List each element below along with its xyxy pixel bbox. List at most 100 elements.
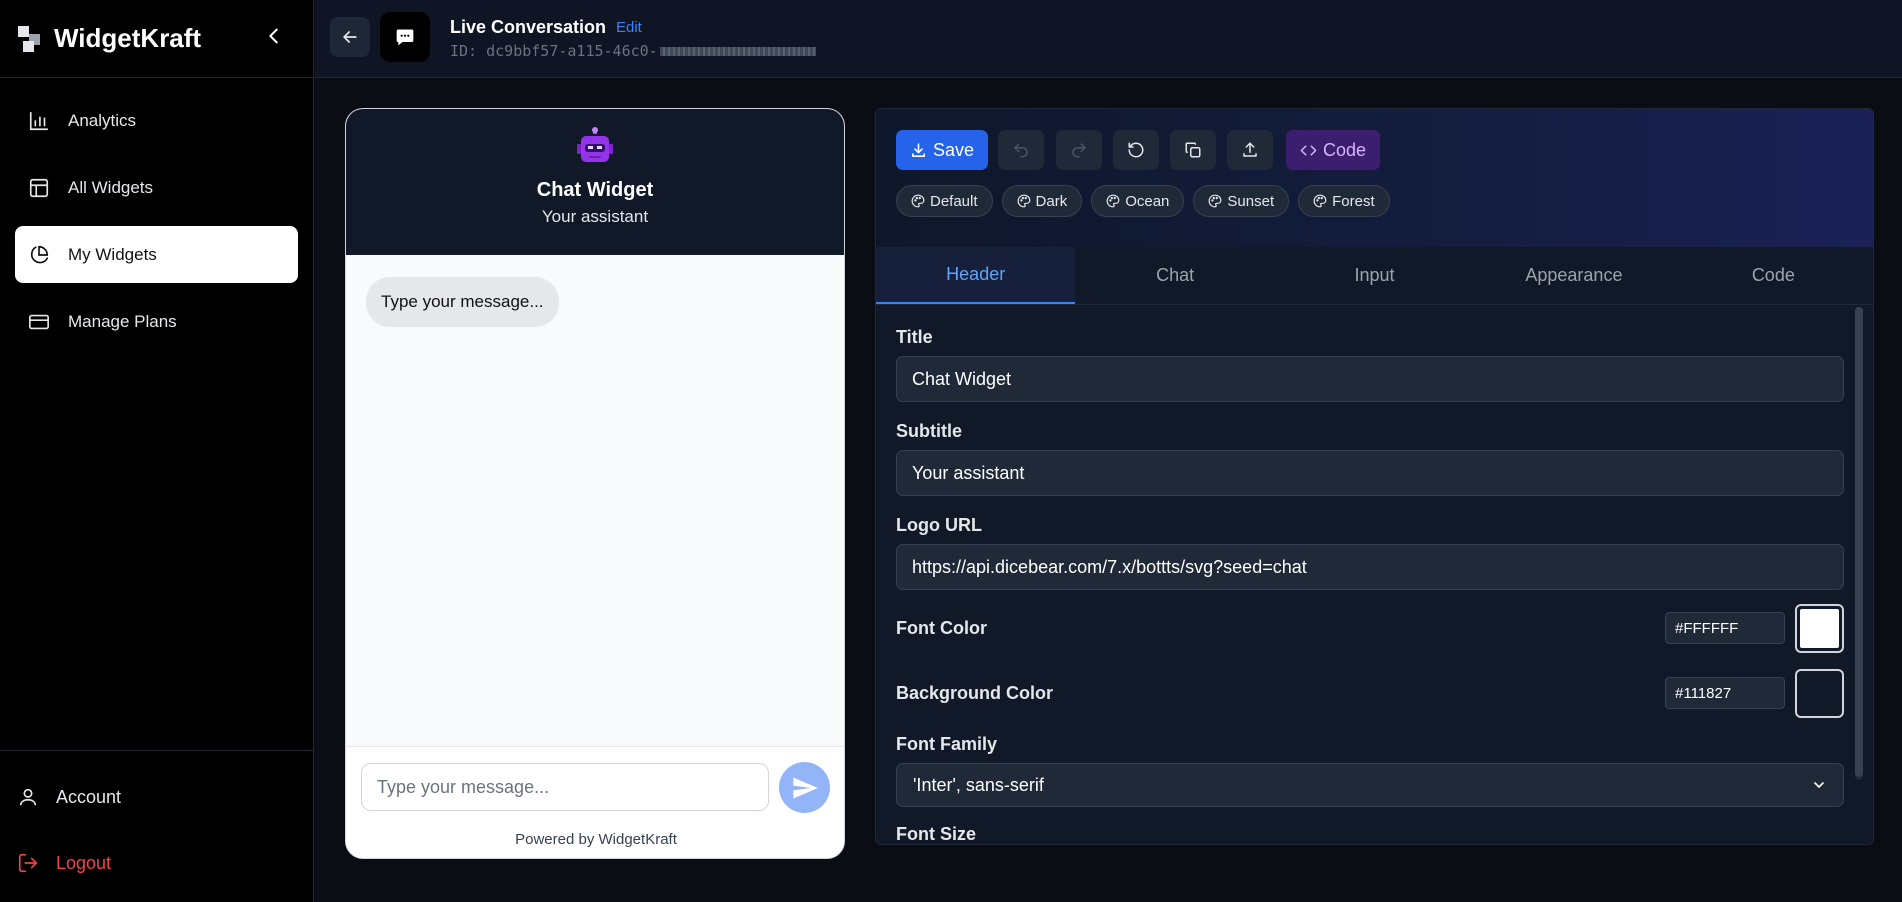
background-color-swatch[interactable] (1795, 668, 1844, 718)
account-link[interactable]: Account (16, 777, 314, 817)
sidebar-item-label: Manage Plans (68, 311, 177, 331)
palette-icon (1017, 194, 1030, 208)
theme-label: Ocean (1125, 192, 1170, 210)
sidebar-item-my-widgets[interactable]: My Widgets (15, 226, 298, 283)
preview-title: Chat Widget (536, 179, 654, 201)
preview-footer: Powered by WidgetKraft (346, 746, 844, 858)
redo-button[interactable] (1056, 130, 1102, 170)
sidebar-bottom: Account Logout (0, 750, 314, 902)
widget-preview: Chat Widget Your assistant Type your mes… (345, 108, 845, 859)
sidebar-item-label: All Widgets (68, 177, 154, 197)
font-color-controls (1665, 603, 1844, 653)
editor-toolbar: Save Code Default Dark Ocean Sunset Fore… (876, 109, 1873, 247)
palette-icon (1208, 194, 1222, 208)
palette-icon (1313, 194, 1327, 208)
sidebar-nav: Analytics All Widgets My Widgets Manage … (0, 78, 313, 350)
reset-button[interactable] (1113, 130, 1159, 170)
background-color-hex-input[interactable] (1665, 677, 1785, 709)
background-color-row: Background Color (896, 668, 1844, 718)
redo-icon (1072, 143, 1086, 158)
theme-label: Sunset (1227, 192, 1275, 210)
theme-dark[interactable]: Dark (1001, 185, 1083, 217)
font-family-select[interactable]: 'Inter', sans-serif (896, 763, 1844, 807)
background-color-controls (1665, 668, 1844, 718)
copy-icon (1185, 142, 1201, 158)
sidebar-item-manage-plans[interactable]: Manage Plans (15, 293, 298, 350)
widget-id: ID: dc9bbf57-a115-46c0- (450, 42, 816, 60)
export-button[interactable] (1227, 130, 1273, 170)
undo-button[interactable] (998, 130, 1044, 170)
user-icon (16, 785, 40, 809)
form-scrollbar[interactable] (1855, 307, 1863, 780)
logout-label: Logout (56, 852, 112, 873)
logo-url-input[interactable] (896, 544, 1844, 590)
sidebar-item-analytics[interactable]: Analytics (15, 92, 298, 149)
sidebar-item-label: My Widgets (68, 244, 157, 264)
title-input[interactable] (896, 356, 1844, 402)
preview-message-input[interactable] (361, 763, 769, 811)
sidebar-item-label: Analytics (68, 110, 137, 130)
send-icon (792, 777, 818, 798)
chevron-down-icon (1814, 782, 1824, 788)
tab-code[interactable]: Code (1674, 247, 1873, 304)
tab-chat[interactable]: Chat (1075, 247, 1274, 304)
account-label: Account (56, 786, 122, 807)
theme-label: Default (930, 192, 978, 210)
code-button[interactable]: Code (1286, 130, 1380, 170)
tab-input[interactable]: Input (1275, 247, 1474, 304)
back-button[interactable] (330, 17, 370, 57)
undo-icon (1014, 143, 1028, 158)
theme-sunset[interactable]: Sunset (1193, 185, 1290, 217)
preview-messages: Type your message... (346, 255, 844, 745)
powered-by: Powered by WidgetKraft (515, 831, 677, 848)
widget-editor: Save Code Default Dark Ocean Sunset Fore… (875, 108, 1874, 845)
redacted-id (659, 47, 816, 56)
widget-id-text: ID: dc9bbf57-a115-46c0- (450, 42, 658, 60)
bot-avatar-icon (574, 127, 616, 169)
font-color-swatch[interactable] (1795, 603, 1844, 653)
pie-chart-icon (27, 243, 51, 267)
code-icon (1300, 144, 1317, 156)
duplicate-button[interactable] (1170, 130, 1216, 170)
font-color-label: Font Color (896, 617, 987, 638)
collapse-sidebar-button[interactable] (262, 24, 286, 48)
theme-default[interactable]: Default (896, 185, 993, 217)
theme-ocean[interactable]: Ocean (1091, 185, 1185, 217)
message-bubble: Type your message... (366, 277, 559, 327)
font-family-label: Font Family (896, 734, 998, 754)
logo-url-label: Logo URL (896, 515, 982, 535)
topbar: Live Conversation Edit ID: dc9bbf57-a115… (315, 0, 1902, 78)
theme-label: Dark (1035, 192, 1068, 210)
credit-card-icon (27, 310, 51, 334)
scrollbar-thumb[interactable] (1855, 307, 1863, 777)
preview-header: Chat Widget Your assistant (346, 109, 844, 255)
tab-appearance[interactable]: Appearance (1474, 247, 1673, 304)
edit-title-link[interactable]: Edit (616, 19, 642, 36)
theme-presets: Default Dark Ocean Sunset Forest (896, 185, 1390, 217)
subtitle-label: Subtitle (896, 421, 962, 441)
font-size-label: Font Size (896, 824, 976, 844)
bar-chart-icon (27, 109, 51, 133)
palette-icon (1106, 194, 1120, 208)
theme-label: Forest (1332, 192, 1375, 210)
tab-header[interactable]: Header (876, 247, 1076, 304)
send-button[interactable] (779, 762, 830, 813)
code-label: Code (1322, 139, 1367, 160)
sidebar: WidgetKraft Analytics All Widgets My Wid… (0, 0, 314, 902)
subtitle-input[interactable] (896, 450, 1844, 496)
save-button[interactable]: Save (896, 130, 988, 170)
font-color-hex-input[interactable] (1665, 612, 1785, 644)
upload-icon (1243, 142, 1257, 157)
logout-icon (16, 851, 40, 875)
conversation-title: Live Conversation (450, 17, 607, 37)
theme-forest[interactable]: Forest (1298, 185, 1390, 217)
logout-link[interactable]: Logout (16, 843, 314, 883)
download-icon (912, 142, 925, 157)
sidebar-item-all-widgets[interactable]: All Widgets (15, 159, 298, 216)
chevron-left-icon (269, 28, 278, 44)
chat-widget-icon (380, 12, 430, 62)
arrow-left-icon (343, 31, 357, 43)
font-family-value: 'Inter', sans-serif (913, 774, 1044, 795)
font-color-row: Font Color (896, 603, 1844, 653)
rotate-ccw-icon (1128, 142, 1144, 158)
